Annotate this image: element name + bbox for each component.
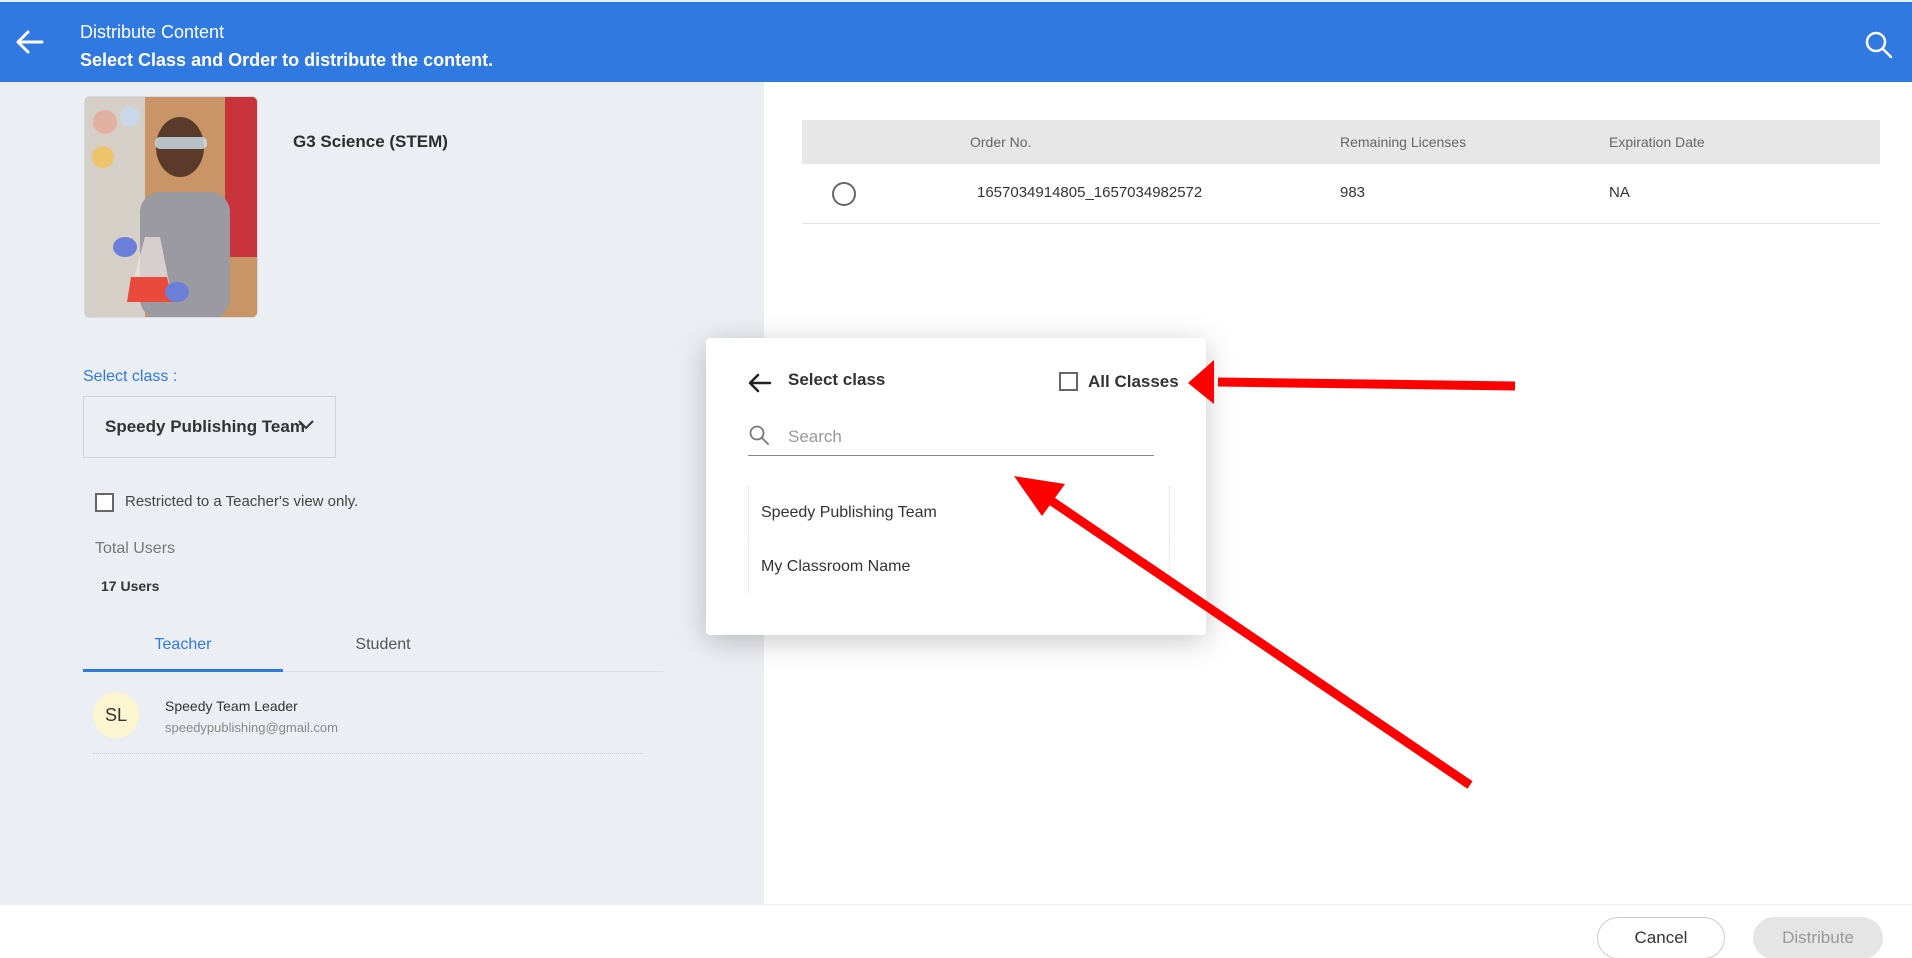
order-no-header: Order No. xyxy=(970,134,1032,150)
user-name: Speedy Team Leader xyxy=(165,698,298,714)
page-title: Distribute Content xyxy=(80,22,225,42)
distribute-button[interactable]: Distribute xyxy=(1753,917,1883,958)
class-option[interactable]: Speedy Publishing Team xyxy=(748,486,1170,540)
avatar: SL xyxy=(93,692,139,738)
expiration-date-cell: NA xyxy=(1609,184,1630,201)
order-table: Order No. Remaining Licenses Expiration … xyxy=(802,120,1880,224)
back-arrow-icon[interactable] xyxy=(12,24,48,60)
restrict-row: Restricted to a Teacher's view only. xyxy=(95,493,358,512)
product-title: G3 Science (STEM) xyxy=(293,132,448,151)
annotation-arrow-all-classes xyxy=(1188,360,1516,404)
search-icon[interactable] xyxy=(1862,28,1896,62)
restrict-checkbox[interactable] xyxy=(95,493,114,512)
user-email: speedypublishing@gmail.com xyxy=(165,720,338,735)
all-classes-label: All Classes xyxy=(1088,372,1179,391)
chevron-down-icon xyxy=(296,415,316,435)
page-subtitle: Select Class and Order to distribute the… xyxy=(80,50,494,70)
search-input[interactable] xyxy=(788,424,1138,450)
product-thumbnail xyxy=(84,96,258,318)
expiration-date-header: Expiration Date xyxy=(1609,134,1705,150)
cancel-button[interactable]: Cancel xyxy=(1597,917,1725,958)
restrict-label: Restricted to a Teacher's view only. xyxy=(125,493,359,510)
users-count: 17 Users xyxy=(101,578,160,594)
search-icon xyxy=(748,424,770,446)
remaining-licenses-cell: 983 xyxy=(1340,184,1366,201)
user-tabs: Teacher Student xyxy=(83,628,663,672)
tab-student[interactable]: Student xyxy=(283,628,483,672)
modal-search xyxy=(748,420,1154,456)
order-radio[interactable] xyxy=(832,182,856,206)
remaining-licenses-header: Remaining Licenses xyxy=(1340,134,1467,150)
tab-teacher[interactable]: Teacher xyxy=(83,628,283,672)
class-dropdown-value: Speedy Publishing Team xyxy=(105,417,305,436)
modal-back-arrow-icon[interactable] xyxy=(746,371,774,395)
order-no-cell: 1657034914805_1657034982572 xyxy=(977,184,1203,201)
select-class-label: Select class : xyxy=(83,368,178,385)
modal-title: Select class xyxy=(788,370,886,389)
class-list: Speedy Publishing Team My Classroom Name xyxy=(748,486,1170,594)
left-panel: G3 Science (STEM) Select class : Speedy … xyxy=(0,82,764,904)
footer-bar: Cancel Distribute xyxy=(0,904,1912,958)
list-item[interactable]: SL Speedy Team Leader speedypublishing@g… xyxy=(93,692,643,754)
total-users-label: Total Users xyxy=(95,540,176,557)
select-class-modal: Select class All Classes Speedy Publishi… xyxy=(706,338,1206,635)
class-option[interactable]: My Classroom Name xyxy=(748,540,1170,594)
app-header: Distribute Content Select Class and Orde… xyxy=(0,0,1912,82)
all-classes-row: All Classes xyxy=(1059,372,1179,391)
all-classes-checkbox[interactable] xyxy=(1059,372,1078,391)
table-header: Order No. Remaining Licenses Expiration … xyxy=(802,120,1880,164)
class-dropdown[interactable]: Speedy Publishing Team xyxy=(83,396,336,458)
table-row[interactable]: 1657034914805_1657034982572 983 NA xyxy=(802,164,1880,224)
